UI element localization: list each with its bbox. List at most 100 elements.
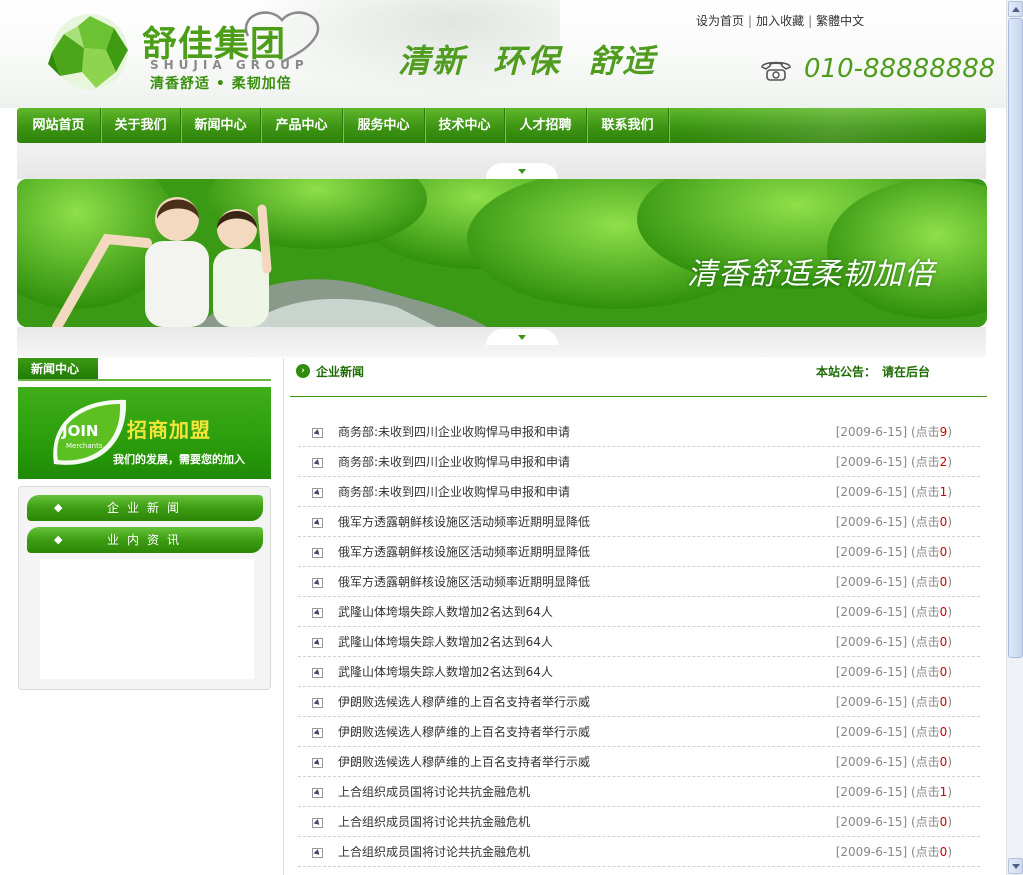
sidebar-item-company-news[interactable]: ◆ 企业新闻 [27, 495, 263, 521]
nav-item-jobs[interactable]: 人才招聘 [505, 108, 587, 143]
news-title-link[interactable]: 上合组织成员国将讨论共抗金融危机 [338, 807, 530, 837]
news-hits-prefix: (点击 [910, 815, 940, 829]
separator: | [748, 14, 753, 28]
traditional-chinese-link[interactable]: 繁體中文 [816, 14, 864, 28]
banner-notch [486, 163, 558, 179]
news-row: 商务部:未收到四川企业收购悍马申报和申请 [2009-6-15] (点击9) [298, 417, 980, 447]
nav-item-products[interactable]: 产品中心 [261, 108, 343, 143]
news-date: [2009-6-15] [835, 545, 908, 559]
banner-bottom-bar [17, 327, 986, 357]
sidebar-item-label: 业内资讯 [107, 533, 188, 547]
news-row: 伊朗败选候选人穆萨维的上百名支持者举行示威 [2009-6-15] (点击0) [298, 717, 980, 747]
news-row: 武隆山体垮塌失踪人数增加2名达到64人 [2009-6-15] (点击0) [298, 657, 980, 687]
news-row: 上合组织成员国将讨论共抗金融危机 [2009-6-15] (点击0) [298, 837, 980, 867]
news-row: 商务部:未收到四川企业收购悍马申报和申请 [2009-6-15] (点击1) [298, 477, 980, 507]
news-title-link[interactable]: 伊朗败选候选人穆萨维的上百名支持者举行示威 [338, 687, 590, 717]
scroll-down-button[interactable] [1008, 858, 1023, 874]
news-hits-suffix: ) [947, 815, 952, 829]
news-hits-suffix: ) [947, 725, 952, 739]
news-list: 商务部:未收到四川企业收购悍马申报和申请 [2009-6-15] (点击9) 商务部… [298, 417, 980, 867]
news-title-link[interactable]: 伊朗败选候选人穆萨维的上百名支持者举行示威 [338, 717, 590, 747]
scroll-up-button[interactable] [1008, 1, 1023, 17]
news-hits-prefix: (点击 [910, 455, 940, 469]
nav-item-about[interactable]: 关于我们 [101, 108, 181, 143]
news-title-link[interactable]: 上合组织成员国将讨论共抗金融危机 [338, 777, 530, 807]
news-title-link[interactable]: 俄军方透露朝鲜核设施区活动频率近期明显降低 [338, 507, 590, 537]
scroll-thumb[interactable] [1008, 18, 1023, 658]
news-hits-prefix: (点击 [910, 665, 940, 679]
arrow-box-icon [312, 848, 323, 858]
arrow-box-icon [312, 818, 323, 828]
set-homepage-link[interactable]: 设为首页 [696, 14, 744, 28]
logo-mark-icon[interactable] [44, 10, 136, 94]
news-meta: [2009-6-15] (点击0) [836, 537, 952, 567]
banner-image: 清香舒适柔韧加倍 [17, 179, 987, 327]
arrow-box-icon [312, 668, 323, 678]
news-hits-suffix: ) [947, 515, 952, 529]
vertical-scrollbar[interactable] [1006, 0, 1023, 875]
news-meta: [2009-6-15] (点击0) [836, 597, 952, 627]
logo-english: SHUJIA GROUP [150, 58, 309, 72]
news-row: 武隆山体垮塌失踪人数增加2名达到64人 [2009-6-15] (点击0) [298, 597, 980, 627]
sidebar-item-industry-news[interactable]: ◆ 业内资讯 [27, 527, 263, 553]
join-merchants-banner[interactable]: JOIN Merchants 招商加盟 我们的发展，需要您的加入 [18, 387, 271, 479]
news-title-link[interactable]: 武隆山体垮塌失踪人数增加2名达到64人 [338, 597, 553, 627]
nav-item-home[interactable]: 网站首页 [17, 108, 101, 143]
news-date: [2009-6-15] [835, 695, 908, 709]
news-meta: [2009-6-15] (点击0) [836, 627, 952, 657]
nav-item-contact[interactable]: 联系我们 [587, 108, 669, 143]
news-meta: [2009-6-15] (点击0) [836, 687, 952, 717]
news-hits-prefix: (点击 [910, 755, 940, 769]
news-row: 伊朗败选候选人穆萨维的上百名支持者举行示威 [2009-6-15] (点击0) [298, 747, 980, 777]
news-title-link[interactable]: 武隆山体垮塌失踪人数增加2名达到64人 [338, 657, 553, 687]
news-title-link[interactable]: 商务部:未收到四川企业收购悍马申报和申请 [338, 447, 570, 477]
notice-label: 本站公告： [816, 365, 877, 379]
news-hits-suffix: ) [947, 695, 952, 709]
news-divider [290, 396, 987, 397]
news-title-link[interactable]: 伊朗败选候选人穆萨维的上百名支持者举行示威 [338, 747, 590, 777]
news-title-link[interactable]: 俄军方透露朝鲜核设施区活动频率近期明显降低 [338, 537, 590, 567]
news-meta: [2009-6-15] (点击0) [836, 807, 952, 837]
news-row: 上合组织成员国将讨论共抗金融危机 [2009-6-15] (点击1) [298, 777, 980, 807]
arrow-box-icon [312, 428, 323, 438]
add-favorite-link[interactable]: 加入收藏 [756, 14, 804, 28]
news-date: [2009-6-15] [835, 575, 908, 589]
news-title-link[interactable]: 商务部:未收到四川企业收购悍马申报和申请 [338, 477, 570, 507]
news-date: [2009-6-15] [835, 635, 908, 649]
news-hits-suffix: ) [947, 455, 952, 469]
news-meta: [2009-6-15] (点击1) [836, 477, 952, 507]
news-date: [2009-6-15] [835, 845, 908, 859]
news-hits-suffix: ) [947, 665, 952, 679]
news-date: [2009-6-15] [835, 725, 908, 739]
arrow-down-icon [1012, 864, 1020, 869]
news-date: [2009-6-15] [835, 665, 908, 679]
arrow-box-icon [312, 488, 323, 498]
news-title-link[interactable]: 上合组织成员国将讨论共抗金融危机 [338, 837, 530, 867]
news-row: 伊朗败选候选人穆萨维的上百名支持者举行示威 [2009-6-15] (点击0) [298, 687, 980, 717]
nav-item-news[interactable]: 新闻中心 [181, 108, 261, 143]
news-meta: [2009-6-15] (点击9) [836, 417, 952, 447]
news-meta: [2009-6-15] (点击2) [836, 447, 952, 477]
nav-item-services[interactable]: 服务中心 [343, 108, 425, 143]
news-title-link[interactable]: 武隆山体垮塌失踪人数增加2名达到64人 [338, 627, 553, 657]
news-date: [2009-6-15] [835, 815, 908, 829]
news-hits-prefix: (点击 [910, 515, 940, 529]
news-title-link[interactable]: 俄军方透露朝鲜核设施区活动频率近期明显降低 [338, 567, 590, 597]
sidebar-menu: ◆ 企业新闻 ◆ 业内资讯 [18, 486, 271, 690]
site-header: 舒佳集团 SHUJIA GROUP 清香舒适 • 柔韧加倍 清新 环保 舒适 设… [0, 0, 1006, 108]
news-title-link[interactable]: 商务部:未收到四川企业收购悍马申报和申请 [338, 417, 570, 447]
arrow-box-icon [312, 698, 323, 708]
news-hits-suffix: ) [947, 785, 952, 799]
news-date: [2009-6-15] [835, 485, 908, 499]
diamond-icon: ◆ [54, 533, 63, 546]
notice-text: 请在后台 [882, 365, 931, 379]
news-hits-prefix: (点击 [910, 695, 940, 709]
telephone-icon [761, 61, 791, 81]
arrow-box-icon [312, 638, 323, 648]
news-hits-suffix: ) [947, 755, 952, 769]
arrow-box-icon [312, 608, 323, 618]
arrow-up-icon [1012, 7, 1020, 12]
news-hits-suffix: ) [947, 575, 952, 589]
news-date: [2009-6-15] [835, 755, 908, 769]
nav-item-tech[interactable]: 技术中心 [425, 108, 505, 143]
